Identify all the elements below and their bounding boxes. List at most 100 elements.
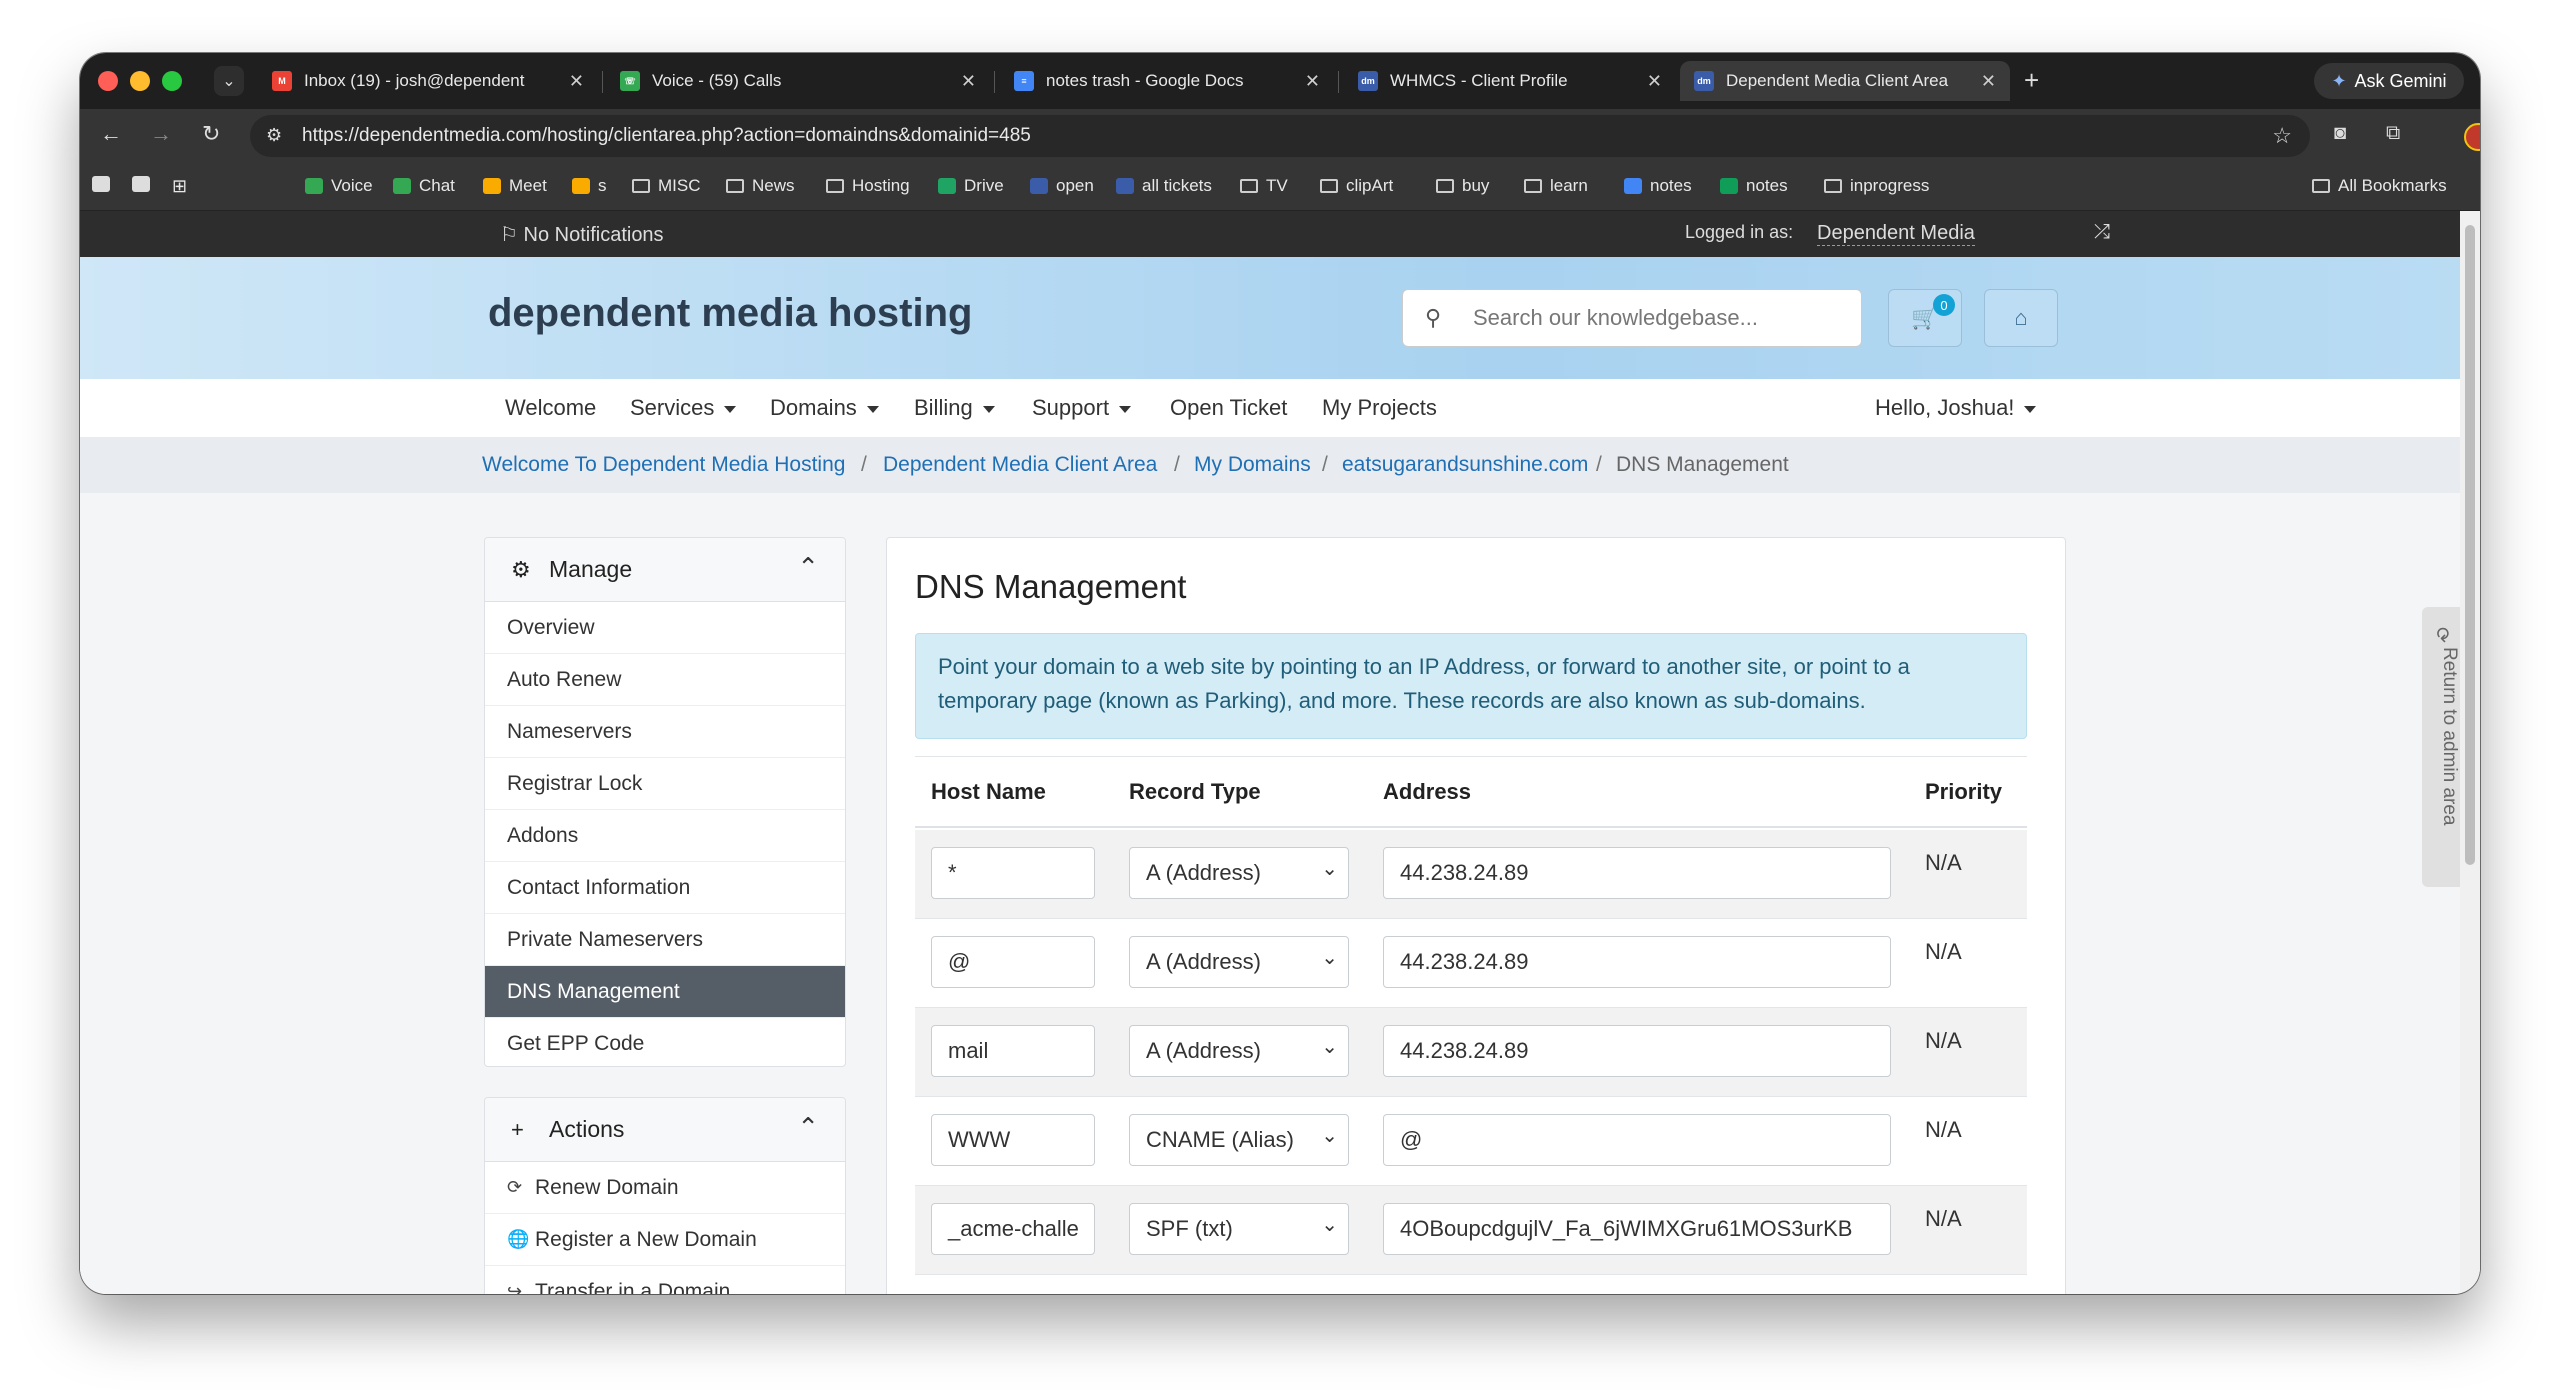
- close-tab-icon[interactable]: ✕: [1981, 71, 1996, 92]
- bookmark-square-icon[interactable]: [92, 176, 110, 192]
- nav-domains[interactable]: Domains: [770, 395, 879, 421]
- host-name-input[interactable]: @: [931, 936, 1095, 988]
- action-register-domain[interactable]: 🌐 Register a New Domain: [485, 1214, 845, 1266]
- extensions-icon[interactable]: ⧉: [2386, 122, 2400, 145]
- nav-my-projects[interactable]: My Projects: [1322, 395, 1437, 421]
- shuffle-icon[interactable]: ⤮: [2094, 221, 2110, 244]
- back-arrow-icon[interactable]: ←: [100, 121, 122, 147]
- column-priority: Priority: [1925, 779, 2003, 804]
- nav-welcome[interactable]: Welcome: [505, 395, 596, 421]
- reload-icon[interactable]: ↻: [202, 121, 220, 147]
- nav-services[interactable]: Services: [630, 395, 736, 421]
- bookmark-2[interactable]: Meet: [483, 176, 547, 196]
- close-tab-icon[interactable]: ✕: [569, 71, 584, 92]
- browser-tab-0[interactable]: M Inbox (19) - josh@dependent ✕: [258, 61, 598, 101]
- bookmark-star-icon[interactable]: ☆: [2272, 123, 2292, 149]
- host-name-input[interactable]: mail: [931, 1025, 1095, 1077]
- host-name-input[interactable]: _acme-challe: [931, 1203, 1095, 1255]
- bookmark-7[interactable]: Drive: [938, 176, 1004, 196]
- bookmark-8[interactable]: open: [1030, 176, 1094, 196]
- bookmark-1[interactable]: Chat: [393, 176, 455, 196]
- maximize-window-button[interactable]: [162, 71, 182, 91]
- browser-tab-4[interactable]: dm Dependent Media Client Area ✕: [1680, 61, 2010, 101]
- breadcrumb-link[interactable]: My Domains: [1194, 453, 1311, 477]
- action-renew-domain[interactable]: ⟳ Renew Domain: [485, 1162, 845, 1214]
- address-input[interactable]: @: [1383, 1114, 1891, 1166]
- nav-user-menu[interactable]: Hello, Joshua!: [1875, 395, 2036, 421]
- forward-arrow-icon[interactable]: →: [150, 121, 172, 147]
- record-type-select[interactable]: CNAME (Alias): [1129, 1114, 1349, 1166]
- host-name-input[interactable]: *: [931, 847, 1095, 899]
- action-transfer-domain[interactable]: ↪ Transfer in a Domain: [485, 1266, 845, 1295]
- address-input[interactable]: 44.238.24.89: [1383, 1025, 1891, 1077]
- close-tab-icon[interactable]: ✕: [961, 71, 976, 92]
- browser-tab-2[interactable]: ≡ notes trash - Google Docs ✕: [1000, 61, 1334, 101]
- sidebar-item-addons[interactable]: Addons: [485, 810, 845, 862]
- menu-dots-icon[interactable]: ⋮: [2478, 122, 2480, 147]
- sidebar-item-registrar-lock[interactable]: Registrar Lock: [485, 758, 845, 810]
- sidebar-item-contact-information[interactable]: Contact Information: [485, 862, 845, 914]
- record-type-select[interactable]: A (Address): [1129, 1025, 1349, 1077]
- apps-grid-icon[interactable]: ⊞: [172, 176, 187, 197]
- close-tab-icon[interactable]: ✕: [1647, 71, 1662, 92]
- sidebar-item-nameservers[interactable]: Nameservers: [485, 706, 845, 758]
- logged-in-user-link[interactable]: Dependent Media: [1817, 222, 1975, 246]
- chevron-up-icon[interactable]: ⌃: [797, 552, 819, 583]
- record-type-select[interactable]: SPF (txt): [1129, 1203, 1349, 1255]
- bookmark-0[interactable]: Voice: [305, 176, 373, 196]
- minimize-window-button[interactable]: [130, 71, 150, 91]
- browser-tab-1[interactable]: ☏ Voice - (59) Calls ✕: [606, 61, 990, 101]
- host-name-input[interactable]: WWW: [931, 1114, 1095, 1166]
- bookmark-6[interactable]: Hosting: [826, 176, 910, 196]
- bookmark-14[interactable]: notes: [1624, 176, 1692, 196]
- bookmark-11[interactable]: clipArt: [1320, 176, 1393, 196]
- breadcrumb-link[interactable]: Welcome To Dependent Media Hosting: [482, 453, 845, 477]
- nav-billing[interactable]: Billing: [914, 395, 995, 421]
- home-button[interactable]: ⌂: [1984, 289, 2058, 347]
- chevron-up-icon[interactable]: ⌃: [797, 1112, 819, 1143]
- bookmark-16[interactable]: inprogress: [1824, 176, 1929, 196]
- browser-tab-3[interactable]: dm WHMCS - Client Profile ✕: [1344, 61, 1676, 101]
- bookmark-15[interactable]: notes: [1720, 176, 1788, 196]
- sidebar-item-overview[interactable]: Overview: [485, 602, 845, 654]
- cart-button[interactable]: 🛒 0: [1888, 289, 1962, 347]
- folder-icon: [1436, 179, 1454, 193]
- close-window-button[interactable]: [98, 71, 118, 91]
- manage-panel-header[interactable]: ⚙ Manage ⌃: [485, 538, 845, 602]
- camera-icon[interactable]: ◙: [2334, 122, 2346, 145]
- sidebar-item-get-epp-code[interactable]: Get EPP Code: [485, 1018, 845, 1066]
- sidebar-item-dns-management[interactable]: DNS Management: [485, 966, 845, 1018]
- brand-logo[interactable]: dependent media hosting: [488, 291, 972, 336]
- site-settings-icon[interactable]: ⚙: [266, 125, 282, 146]
- bookmark-12[interactable]: buy: [1436, 176, 1489, 196]
- tab-search-chevron-icon[interactable]: ⌄: [214, 66, 244, 96]
- ask-gemini-button[interactable]: ✦ Ask Gemini: [2314, 63, 2464, 99]
- nav-open-ticket[interactable]: Open Ticket: [1170, 395, 1287, 421]
- bookmark-4[interactable]: MISC: [632, 176, 701, 196]
- bookmark-3[interactable]: s: [572, 176, 607, 196]
- bookmark-10[interactable]: TV: [1240, 176, 1288, 196]
- page-scrollbar[interactable]: [2460, 211, 2480, 1294]
- sidebar-item-private-nameservers[interactable]: Private Nameservers: [485, 914, 845, 966]
- record-type-select[interactable]: A (Address): [1129, 936, 1349, 988]
- sidebar-item-auto-renew[interactable]: Auto Renew: [485, 654, 845, 706]
- knowledgebase-search-input[interactable]: ⚲ Search our knowledgebase...: [1402, 289, 1862, 347]
- notifications-link[interactable]: ⚐ No Notifications: [500, 222, 664, 247]
- bookmark-13[interactable]: learn: [1524, 176, 1588, 196]
- bookmark-5[interactable]: News: [726, 176, 795, 196]
- breadcrumb-link[interactable]: Dependent Media Client Area: [883, 453, 1157, 477]
- return-to-admin-tab[interactable]: ⟳ Return to admin area: [2422, 607, 2460, 887]
- address-input[interactable]: 44.238.24.89: [1383, 847, 1891, 899]
- bookmark-9[interactable]: all tickets: [1116, 176, 1212, 196]
- address-input[interactable]: 44.238.24.89: [1383, 936, 1891, 988]
- new-tab-icon[interactable]: +: [2024, 65, 2039, 96]
- address-bar[interactable]: ⚙ https://dependentmedia.com/hosting/cli…: [250, 115, 2310, 157]
- record-type-select[interactable]: A (Address): [1129, 847, 1349, 899]
- address-input[interactable]: 4OBoupcdgujlV_Fa_6jWIMXGru61MOS3urKB: [1383, 1203, 1891, 1255]
- nav-support[interactable]: Support: [1032, 395, 1131, 421]
- actions-panel-header[interactable]: + Actions ⌃: [485, 1098, 845, 1162]
- bookmark-square-icon[interactable]: [132, 176, 150, 192]
- all-bookmarks[interactable]: All Bookmarks: [2312, 176, 2447, 196]
- close-tab-icon[interactable]: ✕: [1305, 71, 1320, 92]
- breadcrumb-link[interactable]: eatsugarandsunshine.com: [1342, 453, 1588, 477]
